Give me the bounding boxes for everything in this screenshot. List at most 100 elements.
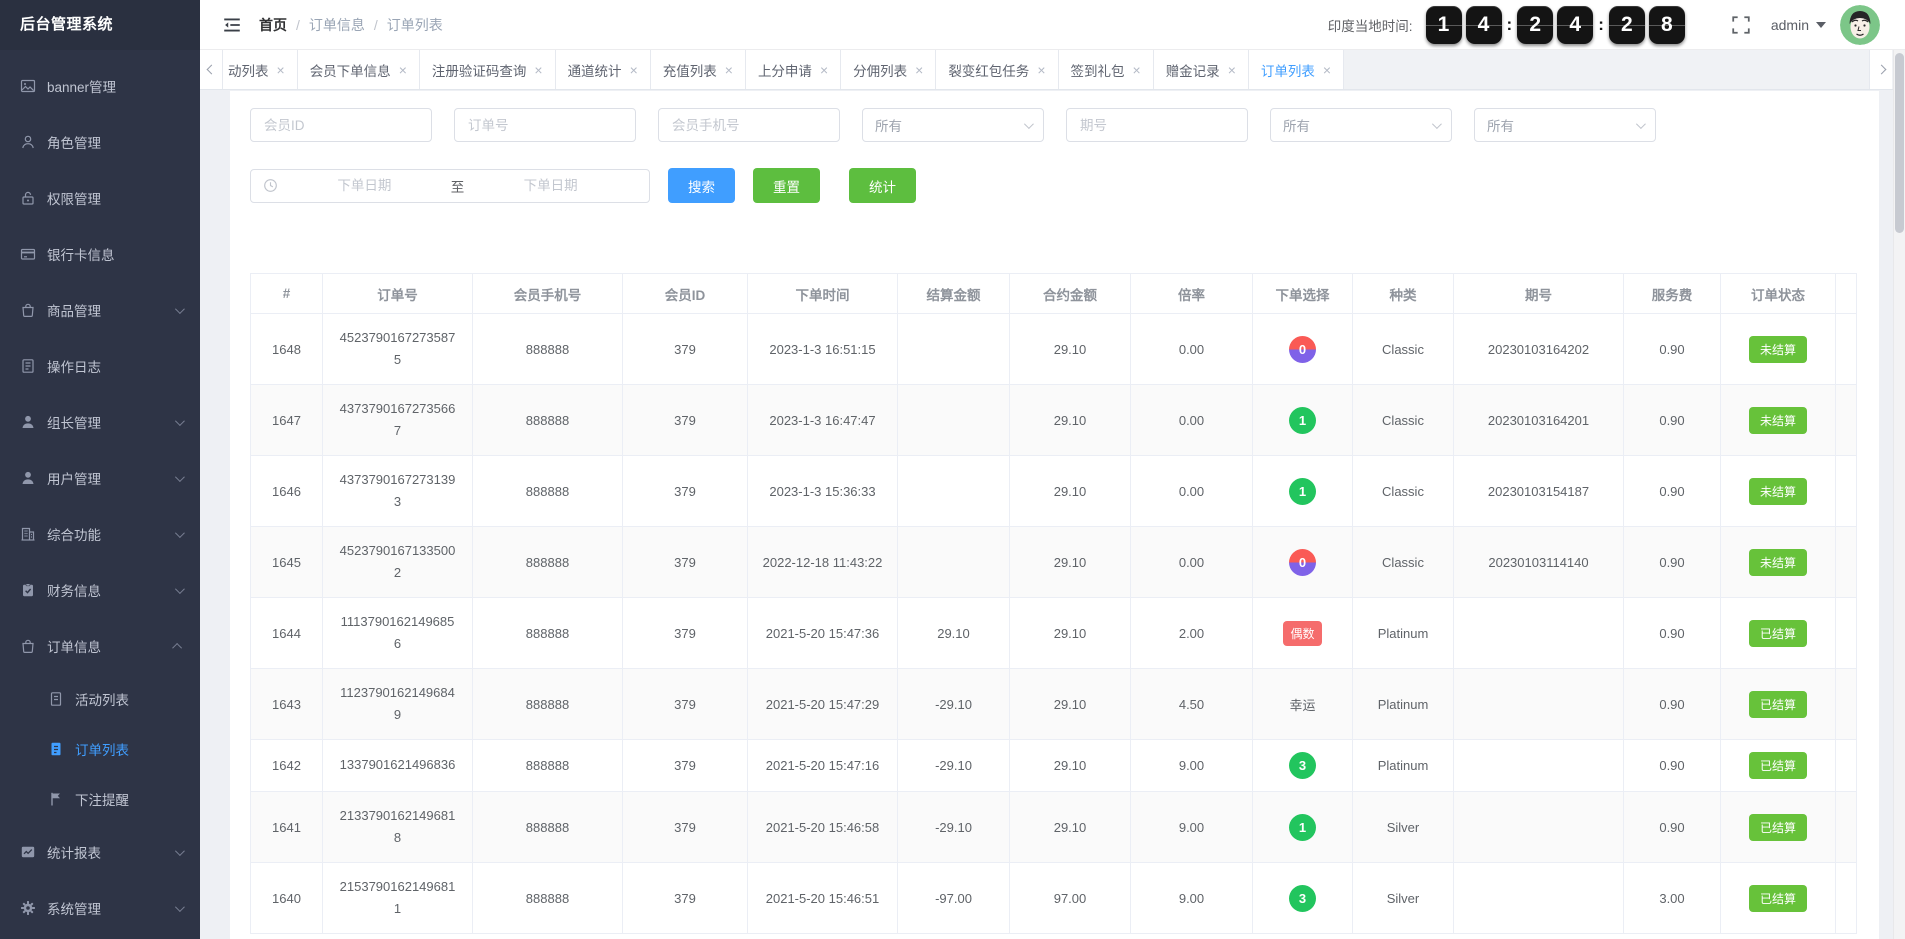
sidebar: 后台管理系统 banner管理 角色管理 权限管理 银行卡信息 商品管理 操作日… [0,0,200,939]
member-id-input[interactable] [250,108,432,142]
sidebar-item-label: 权限管理 [47,192,101,207]
tab-bonus-records[interactable]: 赠金记录 × [1153,50,1249,89]
sidebar-item-banner[interactable]: banner管理 [0,58,200,114]
tab-commission-list[interactable]: 分佣列表 × [841,50,937,89]
sidebar-item-reports[interactable]: 统计报表 [0,824,200,880]
flag-icon [51,792,60,806]
avatar-face [1840,4,1880,45]
tab-close-icon[interactable]: × [1037,62,1045,78]
sidebar-item-order-list[interactable]: 订单列表 [0,724,200,774]
cell-time: 2021-5-20 15:47:29 [765,696,880,712]
sidebar-item-finance[interactable]: 财务信息 [0,562,200,618]
tab-captcha-query[interactable]: 注册验证码查询 × [419,50,556,89]
cell-order-no: 21337901621496818 [339,807,456,845]
tab-close-icon[interactable]: × [1133,62,1141,78]
cell-kind: Platinum [1377,625,1429,641]
tab-credit-request[interactable]: 上分申请 × [745,50,842,89]
phone-input[interactable] [658,108,840,142]
stats-button[interactable]: 统计 [849,168,916,203]
tab-close-icon[interactable]: × [277,62,285,78]
status-badge: 已结算 [1748,884,1807,912]
user-solid-icon [22,471,34,484]
cell-kind: Platinum [1377,696,1429,712]
cell-member-id: 379 [674,696,696,712]
cell-fee: 3.00 [1659,890,1685,906]
sidebar-item-bet-reminder[interactable]: 下注提醒 [0,774,200,824]
cell-settle: -29.10 [935,758,972,773]
fullscreen-icon[interactable] [1731,15,1751,35]
cell-time: 2021-5-20 15:46:58 [765,819,880,835]
tab-close-icon[interactable]: × [1228,62,1236,78]
cell-id: 1646 [272,483,301,499]
tabs-scroll-left[interactable] [200,50,223,89]
scrollbar-thumb[interactable] [1895,53,1904,233]
sidebar-item-leaders[interactable]: 组长管理 [0,394,200,450]
select-filter-2[interactable]: 所有 [1270,108,1452,142]
filter-panel: 所有 所有 所有 至 搜索 重置 统计 [230,91,1879,203]
tab-order-list[interactable]: 订单列表 × [1248,50,1345,89]
order-no-input[interactable] [454,108,636,142]
sidebar-fold-icon[interactable] [222,15,242,35]
scrollbar[interactable] [1893,50,1905,939]
sidebar-item-bank-cards[interactable]: 银行卡信息 [0,226,200,282]
cell-fee: 0.90 [1659,696,1685,712]
sidebar-item-products[interactable]: 商品管理 [0,282,200,338]
tab-close-icon[interactable]: × [725,62,733,78]
cell-id: 1648 [272,341,301,357]
tab-close-icon[interactable]: × [1323,62,1331,78]
tab-activity-list[interactable]: 动列表 × [223,50,298,89]
date-end-input[interactable] [464,178,637,193]
tab-recharge-list[interactable]: 充值列表 × [650,50,746,89]
col-header: 下单时间 [747,273,898,314]
document-icon [50,692,62,706]
sidebar-item-label: 用户管理 [47,472,101,487]
sidebar-item-综合功能[interactable]: 综合功能 [0,506,200,562]
cell-id: 1642 [272,758,301,773]
sidebar-item-orders[interactable]: 订单信息 [0,618,200,674]
tab-close-icon[interactable]: × [915,62,923,78]
tabs-scroll-right[interactable] [1869,50,1892,89]
breadcrumb-separator: / [296,16,300,33]
cell-amount: 29.10 [1053,554,1087,570]
sidebar-item-operation-log[interactable]: 操作日志 [0,338,200,394]
avatar[interactable] [1840,4,1880,45]
cell-member-id: 379 [674,625,696,641]
date-start-input[interactable] [278,178,451,193]
sidebar-item-users[interactable]: 用户管理 [0,450,200,506]
clock-digit: 8 [1648,5,1685,44]
select-filter-1[interactable]: 所有 [862,108,1044,142]
cell-id: 1643 [272,696,301,712]
tab-close-icon[interactable]: × [534,62,542,78]
clock-digit: 2 [1608,5,1645,44]
chevron-down-icon [1816,21,1826,28]
tab-close-icon[interactable]: × [820,62,828,78]
sidebar-item-permissions[interactable]: 权限管理 [0,170,200,226]
breadcrumb-home[interactable]: 首页 [259,15,287,35]
cell-member-id: 379 [674,483,696,499]
table-header-row: # 订单号 会员手机号 会员ID 下单时间 结算金额 合约金额 倍率 下单选择 … [250,273,1857,314]
sidebar-item-activity-list[interactable]: 活动列表 [0,674,200,724]
choice-text: 幸运 [1289,697,1316,713]
cell-phone: 888888 [525,483,570,499]
select-filter-3[interactable]: 所有 [1474,108,1656,142]
tab-channel-stats[interactable]: 通道统计 × [555,50,651,89]
tab-redpacket-task[interactable]: 裂变红包任务 × [936,50,1059,89]
user-menu[interactable]: admin [1771,17,1826,33]
image-icon [20,79,36,93]
search-button[interactable]: 搜索 [668,168,735,203]
chevron-down-icon [1023,118,1034,129]
reset-button[interactable]: 重置 [753,168,820,203]
tab-close-icon[interactable]: × [399,62,407,78]
sidebar-item-roles[interactable]: 角色管理 [0,114,200,170]
tab-signin-gift[interactable]: 签到礼包 × [1058,50,1154,89]
tab-member-orders[interactable]: 会员下单信息 × [297,50,420,89]
choice-badge: 3 [1289,884,1316,912]
tab-close-icon[interactable]: × [630,62,638,78]
cell-phone: 888888 [525,341,570,357]
issue-input[interactable] [1066,108,1248,142]
cell-id: 1645 [272,554,301,570]
date-range-picker[interactable]: 至 [250,168,650,203]
table-row: 1647 43737901672735667 888888 379 2023-1… [250,384,1857,456]
cell-id: 1640 [272,890,301,906]
sidebar-item-system[interactable]: 系统管理 [0,880,200,936]
